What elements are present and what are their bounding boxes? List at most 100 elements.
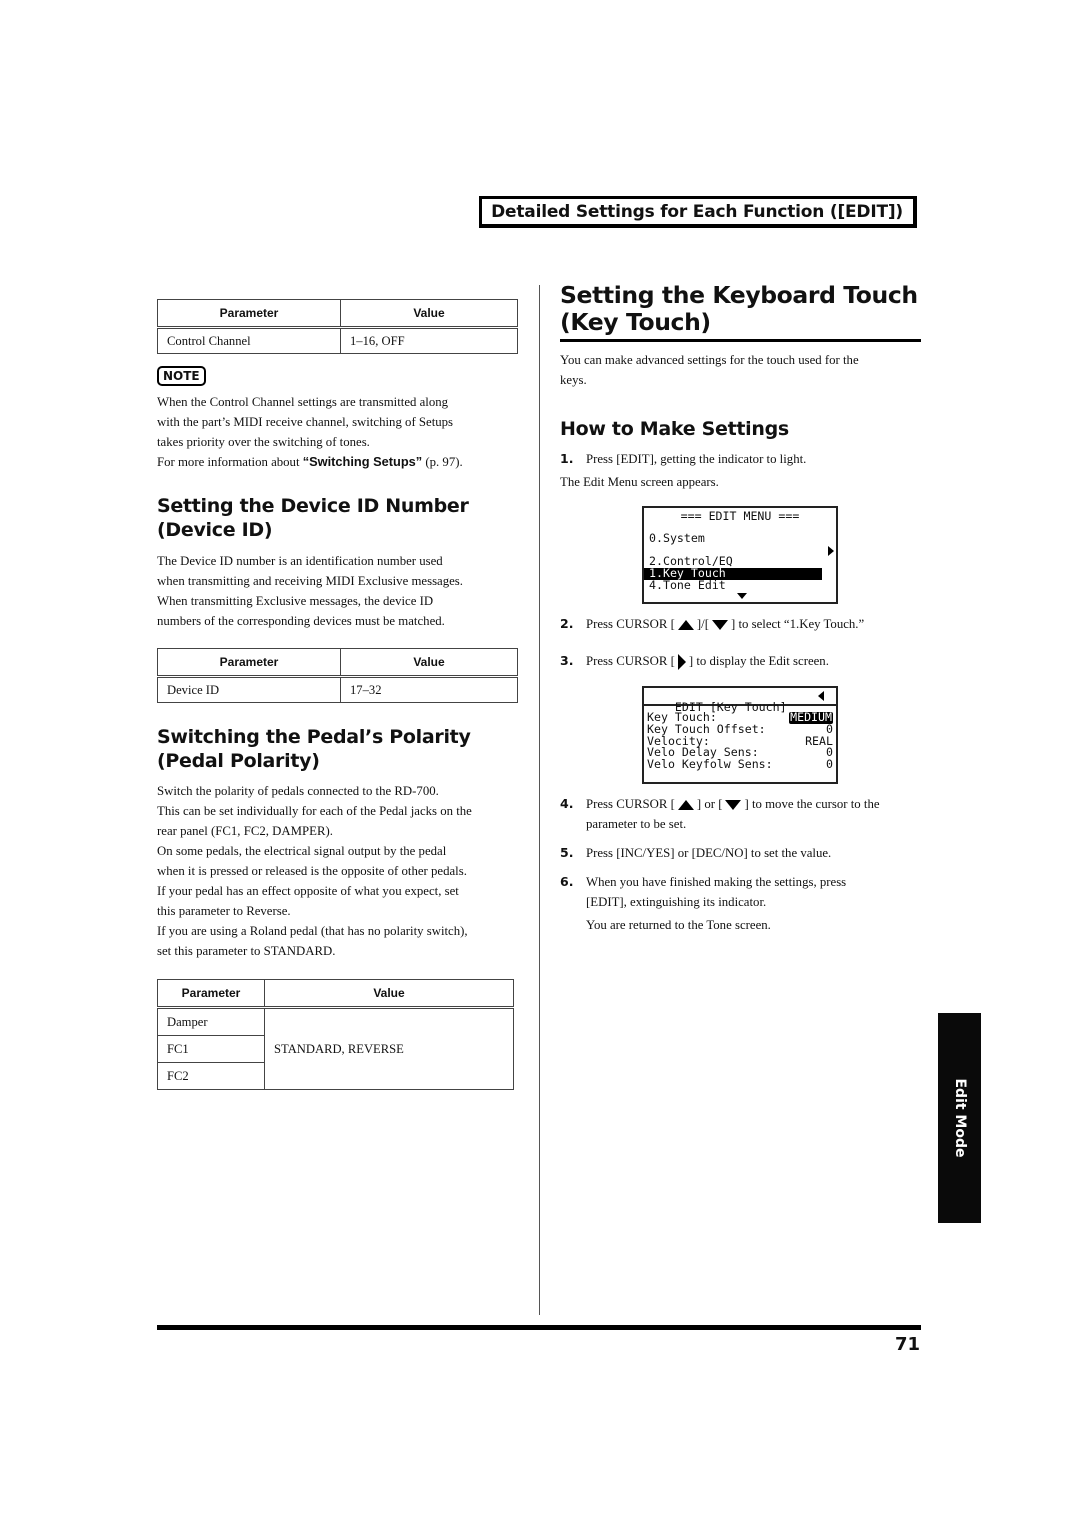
- lcd-edit-header: EDIT [Key Touch]: [644, 690, 836, 713]
- page-number: 71: [894, 1334, 920, 1355]
- text-line: this parameter to Reverse.: [157, 904, 291, 918]
- table-header: Value: [340, 299, 518, 329]
- step-text: ] to select “1.Key Touch.”: [730, 617, 865, 631]
- cursor-down-icon: [725, 800, 742, 811]
- scroll-down-icon: [737, 593, 747, 599]
- heading-line: (Device ID): [157, 519, 273, 541]
- step-text: When you have finished making the settin…: [586, 875, 847, 889]
- step-number: 3.: [560, 653, 574, 668]
- section-header: Detailed Settings for Each Function ([ED…: [479, 196, 917, 228]
- table-cell: FC1: [157, 1035, 265, 1063]
- lcd-menu-item: 0.System: [649, 530, 705, 545]
- text-line: rear panel (FC1, FC2, DAMPER).: [157, 824, 333, 838]
- table-header: Value: [264, 979, 514, 1009]
- text-line: If your pedal has an effect opposite of …: [157, 884, 459, 898]
- step-number: 2.: [560, 616, 574, 631]
- device-id-table: Parameter Value Device ID 17–32: [157, 648, 518, 703]
- cursor-up-icon: [677, 800, 694, 811]
- table-header: Parameter: [157, 648, 341, 678]
- text-line: when it is pressed or released is the op…: [157, 864, 467, 878]
- text-span: For more information about: [157, 455, 303, 469]
- text-line: numbers of the corresponding devices mus…: [157, 614, 445, 628]
- edit-mode-tab-label: Edit Mode: [951, 1078, 968, 1158]
- cursor-down-icon: [711, 620, 728, 631]
- lcd-param-value: 0: [826, 757, 833, 772]
- footer-rule: [157, 1325, 921, 1330]
- right-arrow-icon: [828, 545, 834, 556]
- table-header: Parameter: [157, 299, 341, 329]
- step-4: 4. Press CURSOR [ ] or [ ] to move the curs…: [560, 794, 925, 834]
- key-touch-heading: Setting the Keyboard Touch (Key Touch): [560, 282, 921, 342]
- left-arrow-icon: [818, 691, 824, 701]
- note-badge: NOTE: [157, 366, 206, 386]
- pedal-polarity-table: Parameter Value Damper STANDARD, REVERSE…: [157, 979, 514, 1090]
- text-line: When transmitting Exclusive messages, th…: [157, 594, 434, 608]
- table-cell: 17–32: [340, 676, 518, 703]
- step-text: ] to move the cursor to the: [744, 797, 880, 811]
- control-channel-table: Parameter Value Control Channel 1–16, OF…: [157, 299, 518, 354]
- step-3: 3. Press CURSOR [ ] to display the Edit sc…: [560, 651, 829, 671]
- device-id-heading: Setting the Device ID Number (Device ID): [157, 494, 469, 542]
- table-header: Value: [340, 648, 518, 678]
- switching-setups-link[interactable]: “Switching Setups”: [303, 454, 422, 469]
- step-text: Press [EDIT], getting the indicator to l…: [586, 452, 807, 466]
- table-row: Control Channel 1–16, OFF: [157, 327, 518, 354]
- step-text: Press [INC/YES] or [DEC/NO] to set the v…: [586, 846, 832, 860]
- table-cell: Damper: [157, 1007, 265, 1036]
- text-line: takes priority over the switching of ton…: [157, 435, 370, 449]
- text-line: The Device ID number is an identificatio…: [157, 554, 443, 568]
- text-line: keys.: [560, 373, 587, 387]
- text-line: You can make advanced settings for the t…: [560, 353, 859, 367]
- cursor-right-icon: [677, 654, 686, 671]
- text-line: when transmitting and receiving MIDI Exc…: [157, 574, 463, 588]
- text-line: set this parameter to STANDARD.: [157, 944, 336, 958]
- table-header: Parameter: [157, 979, 265, 1009]
- how-to-heading: How to Make Settings: [560, 418, 789, 440]
- text-line: If you are using a Roland pedal (that ha…: [157, 924, 468, 938]
- lcd-param-label: Velo Keyfolw Sens:: [647, 757, 773, 772]
- note-text: When the Control Channel settings are tr…: [157, 392, 527, 472]
- step-text: ]/[: [696, 617, 709, 631]
- pedal-polarity-heading: Switching the Pedal’s Polarity (Pedal Po…: [157, 725, 471, 773]
- edit-mode-tab[interactable]: Edit Mode: [938, 1013, 981, 1223]
- text-line: Switch the polarity of pedals connected …: [157, 784, 439, 798]
- text-line: with the part’s MIDI receive channel, sw…: [157, 415, 454, 429]
- lcd-title: === EDIT MENU ===: [680, 509, 800, 523]
- step-1-result: The Edit Menu screen appears.: [560, 475, 719, 489]
- step-number: 6.: [560, 874, 574, 889]
- text-line: When the Control Channel settings are tr…: [157, 395, 449, 409]
- lcd-title: EDIT [Key Touch]: [674, 699, 787, 714]
- step-result: You are returned to the Tone screen.: [586, 918, 771, 932]
- device-id-description: The Device ID number is an identificatio…: [157, 551, 527, 631]
- step-1: 1. Press [EDIT], getting the indicator to…: [560, 449, 806, 469]
- step-text: ] to display the Edit screen.: [688, 654, 829, 668]
- step-text: Press CURSOR [: [586, 617, 675, 631]
- pedal-polarity-description: Switch the polarity of pedals connected …: [157, 781, 529, 961]
- step-text: ] or [: [696, 797, 723, 811]
- table-cell: 1–16, OFF: [340, 327, 518, 354]
- table-row: Device ID 17–32: [157, 676, 518, 703]
- lcd-selected-text: 1.Key Touch: [644, 567, 822, 580]
- step-number: 5.: [560, 845, 574, 860]
- text-line: On some pedals, the electrical signal ou…: [157, 844, 447, 858]
- step-text: Press CURSOR [: [586, 654, 675, 668]
- heading-line: Switching the Pedal’s Polarity: [157, 726, 471, 748]
- step-number: 4.: [560, 796, 574, 811]
- text-line: This can be set individually for each of…: [157, 804, 472, 818]
- table-cell: Control Channel: [157, 327, 341, 354]
- more-info-line: For more information about “Switching Se…: [157, 452, 527, 472]
- lcd-menu-item-selected: 1.Key Touch: [644, 545, 836, 580]
- lcd-key-touch-edit: EDIT [Key Touch] Key Touch: MEDIUM Key To…: [642, 686, 838, 784]
- lcd-edit-menu: === EDIT MENU === 0.System 1.Key Touch 2…: [642, 506, 838, 604]
- step-text: Press CURSOR [: [586, 797, 675, 811]
- text-span: (p. 97).: [422, 455, 463, 469]
- step-5: 5. Press [INC/YES] or [DEC/NO] to set the…: [560, 843, 831, 863]
- step-text: [EDIT], extinguishing its indicator.: [586, 895, 767, 909]
- table-cell: FC2: [157, 1062, 265, 1090]
- column-divider: [539, 285, 540, 1315]
- step-6: 6. When you have finished making the sett…: [560, 872, 925, 935]
- step-2: 2. Press CURSOR [ ]/[ ] to select “1.Key To…: [560, 614, 864, 634]
- table-row: Damper STANDARD, REVERSE: [157, 1007, 514, 1090]
- heading-line: Setting the Device ID Number: [157, 495, 469, 517]
- step-text: parameter to be set.: [586, 817, 687, 831]
